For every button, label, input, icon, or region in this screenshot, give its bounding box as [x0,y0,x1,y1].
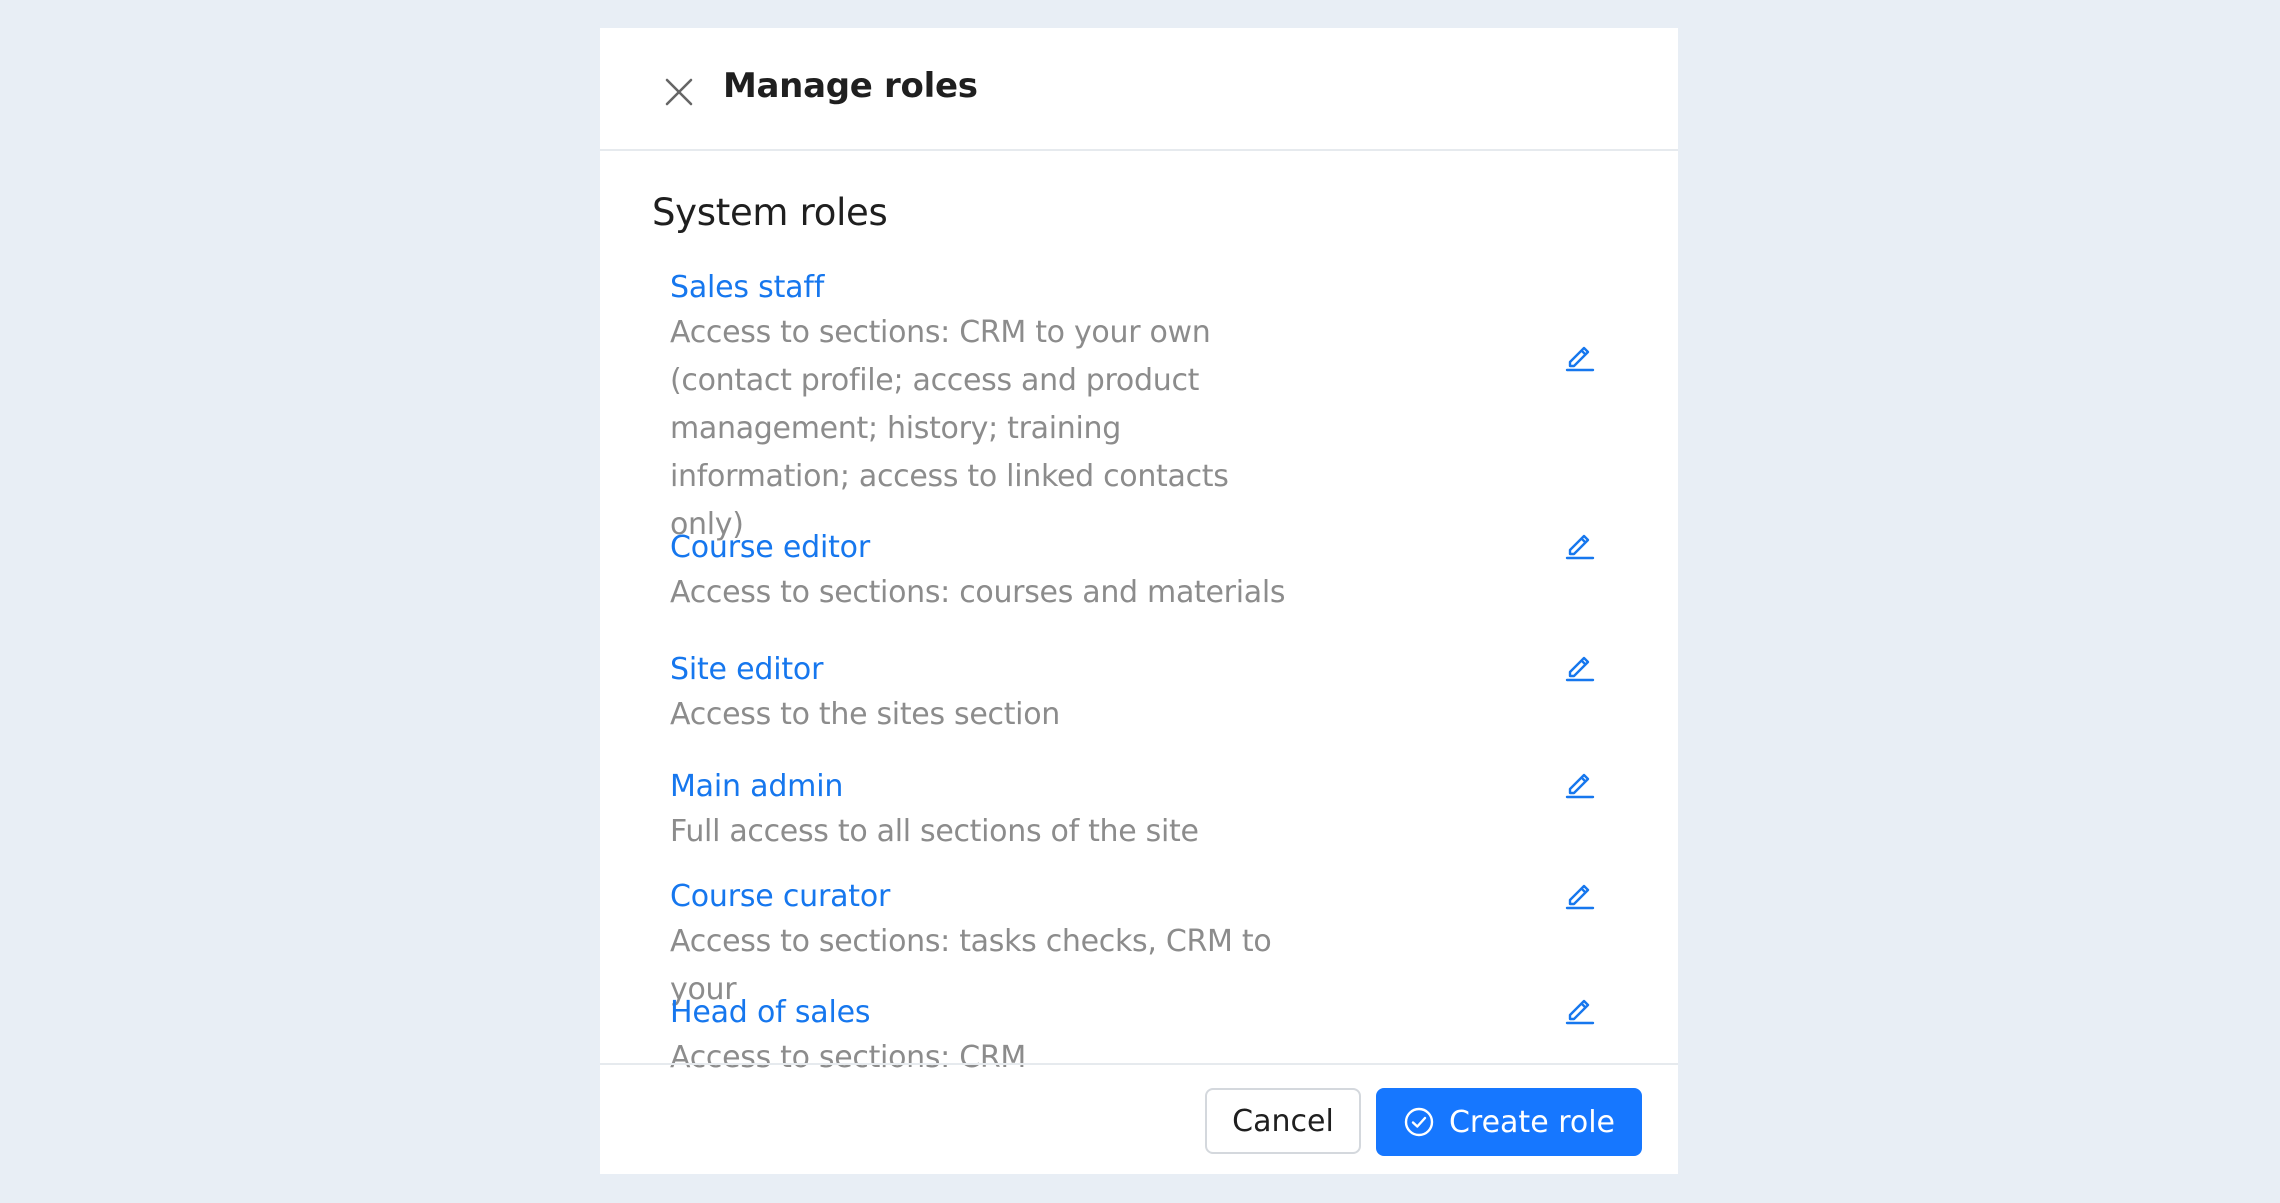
role-item: Site editor Access to the sites section [670,650,1610,739]
pencil-icon[interactable] [1565,878,1595,910]
role-name-link[interactable]: Course curator [670,877,1610,916]
role-description: Access to sections: CRM to your own (con… [670,315,1229,542]
role-name-link[interactable]: Course editor [670,528,1610,567]
pencil-icon[interactable] [1565,650,1595,682]
pencil-icon[interactable] [1565,767,1595,799]
dialog-body[interactable]: System roles Sales staff Access to secti… [600,151,1678,1091]
role-description: Full access to all sections of the site [670,814,1199,849]
manage-roles-dialog: Manage roles System roles Sales staff Ac… [600,28,1678,1174]
pencil-icon[interactable] [1565,528,1595,560]
create-role-label: Create role [1448,1104,1616,1140]
check-circle-icon [1403,1106,1435,1138]
role-name-link[interactable]: Site editor [670,650,1610,689]
dialog-title: Manage roles [723,66,978,106]
role-name-link[interactable]: Head of sales [670,993,1610,1032]
role-description: Access to sections: courses and material… [670,575,1286,610]
role-item: Main admin Full access to all sections o… [670,767,1610,856]
role-item: Sales staff Access to sections: CRM to y… [670,268,1610,549]
create-role-button[interactable]: Create role [1376,1088,1642,1156]
dialog-header: Manage roles [600,28,1678,151]
role-item: Course editor Access to sections: course… [670,528,1610,617]
close-icon[interactable] [657,70,701,114]
role-name-link[interactable]: Main admin [670,767,1610,806]
pencil-icon[interactable] [1565,340,1595,372]
role-name-link[interactable]: Sales staff [670,268,1610,307]
section-title: System roles [652,191,888,234]
cancel-button[interactable]: Cancel [1205,1088,1361,1154]
role-description: Access to the sites section [670,697,1060,732]
dialog-footer: Cancel Create role [600,1063,1678,1174]
pencil-icon[interactable] [1565,993,1595,1025]
